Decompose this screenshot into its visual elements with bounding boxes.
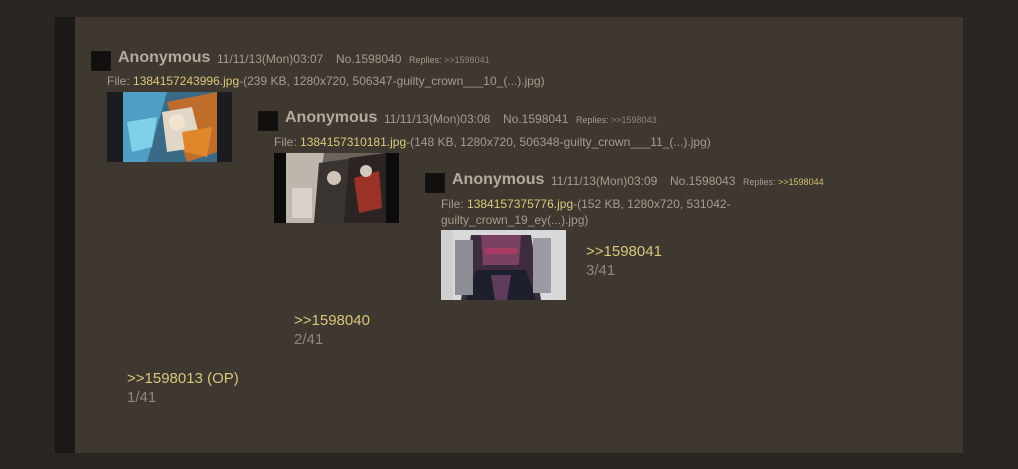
- post-thumbnail[interactable]: [107, 92, 232, 162]
- file-info: File: 1384157310181.jpg-(148 KB, 1280x72…: [274, 134, 711, 150]
- file-details: -(152 KB, 1280x720, 531042-: [573, 197, 731, 211]
- file-name-link[interactable]: 1384157243996.jpg: [133, 74, 239, 88]
- file-details: -(239 KB, 1280x720, 506347-guilty_crown_…: [239, 74, 545, 88]
- file-details: -(148 KB, 1280x720, 506348-guilty_crown_…: [406, 135, 711, 149]
- post-counter: 1/41: [127, 389, 157, 406]
- post-datetime: 11/11/13(Mon)03:08: [384, 112, 491, 126]
- file-info: File: 1384157375776.jpg-(152 KB, 1280x72…: [441, 196, 781, 228]
- quote-backlink[interactable]: >>1598041: [586, 243, 662, 260]
- reply-link[interactable]: >>1598044: [778, 177, 824, 187]
- file-name-link[interactable]: 1384157310181.jpg: [300, 135, 406, 149]
- post-thumbnail[interactable]: [441, 230, 566, 300]
- file-label: File:: [107, 74, 130, 88]
- replies-label: Replies:: [409, 55, 442, 65]
- post-number[interactable]: No.1598041: [503, 112, 568, 126]
- reply-link[interactable]: >>1598041: [444, 55, 490, 65]
- file-info: File: 1384157243996.jpg-(239 KB, 1280x72…: [107, 73, 545, 89]
- anime-thumbnail-blue-orange-icon: [107, 92, 232, 162]
- reply-link[interactable]: >>1598043: [611, 115, 657, 125]
- post-marker-icon: [91, 51, 111, 71]
- quote-backlink[interactable]: >>1598013 (OP): [127, 370, 239, 387]
- post-datetime: 11/11/13(Mon)03:09: [551, 174, 658, 188]
- replies-label: Replies:: [743, 177, 776, 187]
- post-number[interactable]: No.1598040: [336, 52, 401, 66]
- post-datetime: 11/11/13(Mon)03:07: [217, 52, 324, 66]
- file-label: File:: [441, 197, 464, 211]
- replies: Replies: >>1598043: [576, 115, 657, 125]
- replies: Replies: >>1598041: [409, 55, 490, 65]
- post-counter: 2/41: [294, 331, 324, 348]
- poster-name: Anonymous: [452, 171, 545, 188]
- post-number[interactable]: No.1598043: [670, 174, 735, 188]
- post-marker-icon: [425, 173, 445, 193]
- post-marker-icon: [258, 111, 278, 131]
- file-name-link[interactable]: 1384157375776.jpg: [467, 197, 573, 211]
- file-label: File:: [274, 135, 297, 149]
- quote-backlink[interactable]: >>1598040: [294, 312, 370, 329]
- anime-thumbnail-group-scene-icon: [274, 153, 399, 223]
- replies-label: Replies:: [576, 115, 609, 125]
- poster-name: Anonymous: [118, 49, 211, 66]
- file-details-continued: guilty_crown_19_ey(...).jpg): [441, 213, 589, 227]
- post-thumbnail[interactable]: [274, 153, 399, 223]
- anime-thumbnail-character-closeup-icon: [441, 230, 566, 300]
- poster-name: Anonymous: [285, 109, 378, 126]
- replies: Replies: >>1598044: [743, 177, 824, 187]
- post-counter: 3/41: [586, 262, 616, 279]
